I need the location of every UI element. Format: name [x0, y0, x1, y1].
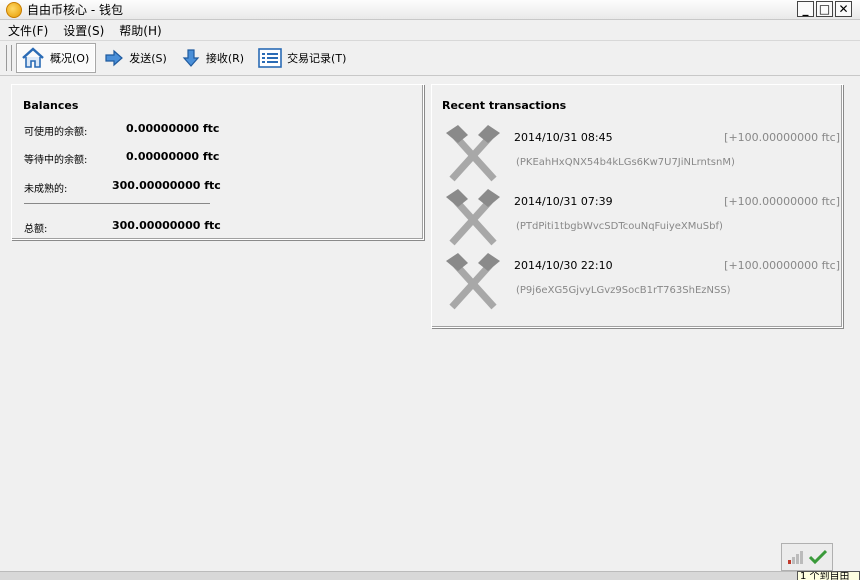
transaction-amount: [+100.00000000 ftc] — [724, 195, 840, 208]
menu-file[interactable]: 文件(F) — [0, 22, 55, 39]
transaction-date: 2014/10/31 08:45 — [514, 131, 613, 144]
available-label: 可使用的余额: — [24, 127, 88, 138]
balances-divider — [24, 203, 210, 204]
toolbar: 概况(O) 发送(S) 接收(R) 交易记录(T) — [0, 40, 860, 76]
mined-hammer-icon — [446, 125, 500, 182]
signal-bars-icon[interactable] — [787, 550, 805, 564]
total-label: 总额: — [24, 224, 48, 235]
balances-title: Balances — [23, 99, 79, 112]
status-indicators — [781, 543, 833, 571]
toolbar-grip[interactable] — [6, 45, 12, 71]
receive-button[interactable]: 接收(R) — [177, 43, 250, 73]
transaction-item[interactable]: 2014/10/31 07:39 [+100.00000000 ftc] (PT… — [444, 189, 840, 249]
transaction-address: (PTdPiti1tbgbWvcSDTcouNqFuiyeXMuSbf) — [516, 221, 723, 232]
window-title: 自由币核心 - 钱包 — [27, 3, 123, 17]
receive-label: 接收(R) — [205, 52, 245, 65]
transactions-button[interactable]: 交易记录(T) — [254, 43, 352, 73]
menu-settings[interactable]: 设置(S) — [55, 22, 111, 39]
transaction-address: (P9j6eXG5GjvyLGvz9SocB1rT763ShEzNSS) — [516, 285, 731, 296]
transaction-date: 2014/10/30 22:10 — [514, 259, 613, 272]
bottom-edge — [0, 571, 797, 580]
app-coin-icon — [6, 1, 22, 18]
send-label: 发送(S) — [129, 52, 167, 65]
title-bar: 自由币核心 - 钱包 _ □ ✕ — [0, 0, 860, 20]
overview-label: 概况(O) — [50, 52, 90, 65]
pending-value: 0.00000000 ftc — [126, 150, 220, 163]
list-icon — [258, 48, 282, 68]
pending-label: 等待中的余额: — [24, 155, 88, 166]
recent-title: Recent transactions — [442, 99, 567, 112]
available-value: 0.00000000 ftc — [126, 122, 220, 135]
transaction-item[interactable]: 2014/10/30 22:10 [+100.00000000 ftc] (P9… — [444, 253, 840, 313]
transaction-amount: [+100.00000000 ftc] — [724, 131, 840, 144]
transaction-amount: [+100.00000000 ftc] — [724, 259, 840, 272]
menu-bar: 文件(F) 设置(S) 帮助(H) — [0, 21, 860, 40]
arrow-right-icon — [105, 49, 124, 67]
immature-value: 300.00000000 ftc — [112, 179, 221, 192]
overview-button[interactable]: 概况(O) — [16, 43, 97, 73]
immature-label: 未成熟的: — [24, 184, 68, 195]
home-icon — [22, 47, 44, 68]
mined-hammer-icon — [446, 253, 500, 310]
mined-hammer-icon — [446, 189, 500, 246]
arrow-down-icon — [182, 49, 200, 67]
recent-transactions-panel: Recent transactions 2014/10/31 08:45 [+1… — [431, 84, 843, 328]
status-tooltip: 1 个到自由 — [797, 571, 860, 580]
transaction-address: (PKEahHxQNX54b4kLGs6Kw7U7JiNLrntsnM) — [516, 157, 735, 168]
transactions-label: 交易记录(T) — [287, 52, 347, 65]
check-icon[interactable] — [809, 549, 827, 565]
window-controls: _ □ ✕ — [797, 1, 852, 17]
menu-help[interactable]: 帮助(H) — [111, 22, 168, 39]
transaction-item[interactable]: 2014/10/31 08:45 [+100.00000000 ftc] (PK… — [444, 125, 840, 185]
minimize-button[interactable]: _ — [797, 1, 814, 17]
close-button[interactable]: ✕ — [835, 1, 852, 17]
balances-panel: Balances 可使用的余额: 0.00000000 ftc 等待中的余额: … — [11, 84, 424, 240]
send-button[interactable]: 发送(S) — [100, 43, 173, 73]
transaction-date: 2014/10/31 07:39 — [514, 195, 613, 208]
total-value: 300.00000000 ftc — [112, 219, 221, 232]
maximize-button[interactable]: □ — [816, 1, 833, 17]
